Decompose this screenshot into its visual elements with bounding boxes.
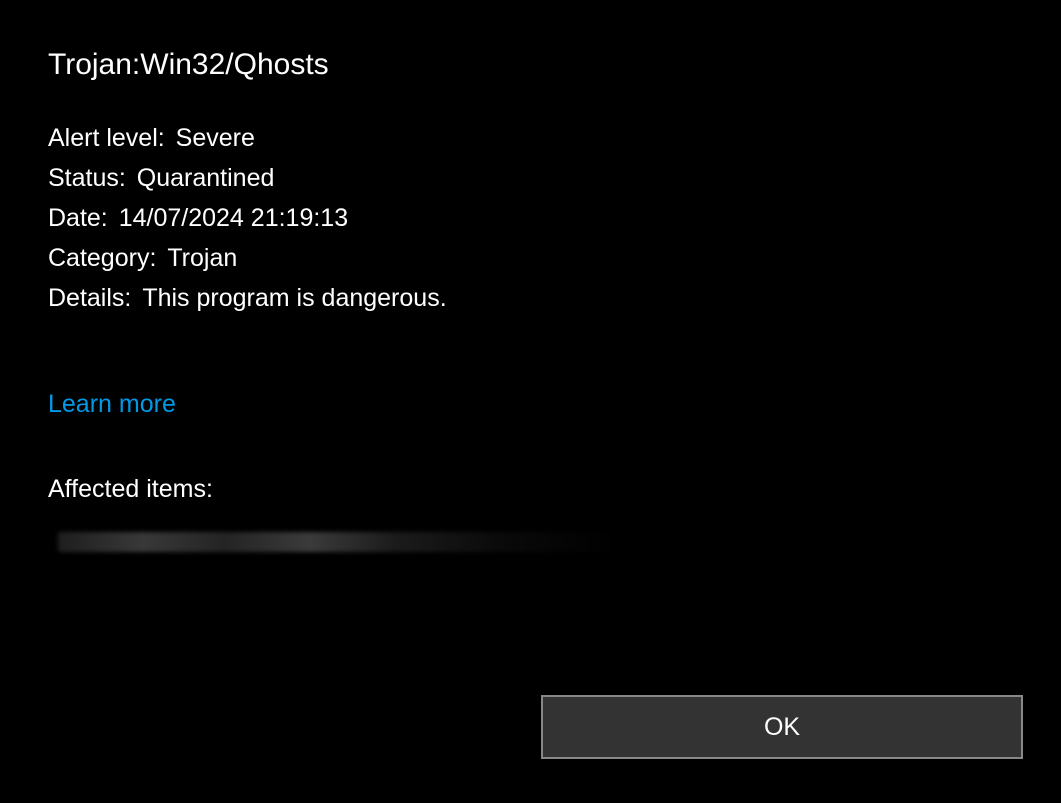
details-label: Details:	[48, 284, 131, 312]
details-row: Details: This program is dangerous.	[48, 278, 1013, 318]
status-row: Status: Quarantined	[48, 158, 1013, 198]
category-label: Category:	[48, 244, 156, 272]
threat-details-panel: Trojan:Win32/Qhosts Alert level: Severe …	[0, 0, 1061, 552]
ok-button[interactable]: OK	[541, 695, 1023, 759]
date-row: Date: 14/07/2024 21:19:13	[48, 198, 1013, 238]
category-row: Category: Trojan	[48, 238, 1013, 278]
threat-name-title: Trojan:Win32/Qhosts	[48, 48, 1013, 82]
alert-level-value: Severe	[176, 124, 255, 152]
affected-item-redacted	[58, 532, 618, 552]
alert-level-label: Alert level:	[48, 124, 165, 152]
date-value: 14/07/2024 21:19:13	[119, 204, 348, 232]
status-value: Quarantined	[137, 164, 275, 192]
alert-level-row: Alert level: Severe	[48, 118, 1013, 158]
details-value: This program is dangerous.	[142, 284, 446, 312]
learn-more-link[interactable]: Learn more	[48, 390, 176, 419]
affected-items-label: Affected items:	[48, 475, 1013, 504]
category-value: Trojan	[167, 244, 237, 272]
status-label: Status:	[48, 164, 126, 192]
date-label: Date:	[48, 204, 108, 232]
